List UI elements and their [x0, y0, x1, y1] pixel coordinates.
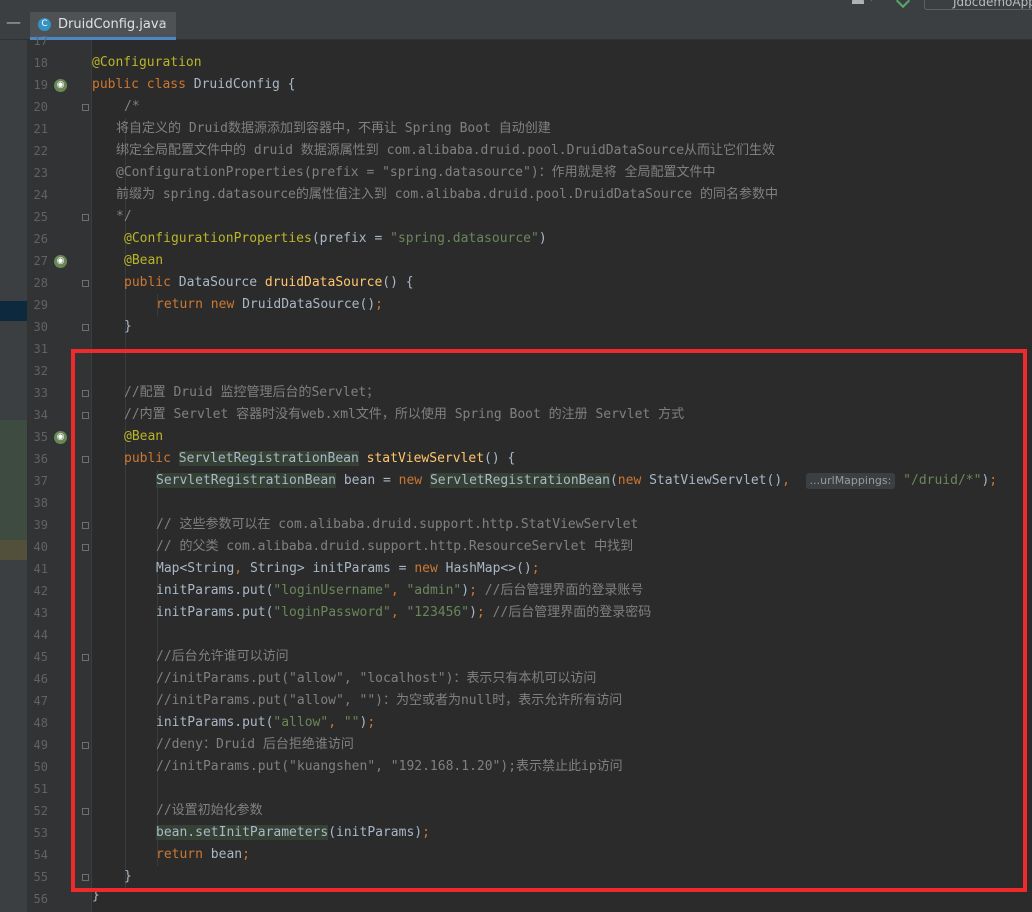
line-number: 26: [33, 232, 48, 246]
line-number: 19: [33, 78, 48, 92]
code-line[interactable]: public class DruidConfig {: [92, 74, 296, 96]
editor-tab-bar: — C DruidConfig.java × ▾ JdbcdemoApp: [0, 0, 1032, 40]
line-number: 44: [33, 628, 48, 642]
line-number: 20: [33, 100, 48, 114]
fold-marker-icon[interactable]: [82, 324, 89, 331]
code-line[interactable]: return new DruidDataSource();: [156, 294, 383, 316]
line-number: 39: [33, 518, 48, 532]
line-number: 48: [33, 716, 48, 730]
code-line[interactable]: /*: [124, 96, 140, 118]
line-number: 43: [33, 606, 48, 620]
spring-bean-icon[interactable]: ◉: [54, 255, 67, 268]
spring-bean-icon[interactable]: ◉: [54, 431, 67, 444]
line-number: 51: [33, 782, 48, 796]
code-line[interactable]: public DataSource druidDataSource() {: [124, 272, 414, 294]
line-number: 52: [33, 804, 48, 818]
line-number: 25: [33, 210, 48, 224]
code-line[interactable]: }: [124, 316, 132, 338]
line-number: 22: [33, 144, 48, 158]
code-line[interactable]: @Configuration: [92, 52, 202, 74]
line-number: 21: [33, 122, 48, 136]
minimize-icon[interactable]: —: [6, 13, 21, 31]
project-selection[interactable]: [0, 301, 27, 321]
line-number: 56: [33, 892, 48, 906]
line-number: 55: [33, 870, 48, 884]
line-number: 27: [33, 254, 48, 268]
code-line[interactable]: 将自定义的 Druid数据源添加到容器中，不再让 Spring Boot 自动创…: [116, 118, 551, 140]
run-configuration-selector[interactable]: JdbcdemoApp: [924, 0, 1032, 10]
line-number: 42: [33, 584, 48, 598]
tab-druidconfig[interactable]: C DruidConfig.java ×: [30, 12, 176, 40]
annotation-text: @Configuration: [92, 55, 202, 70]
line-number: 23: [33, 166, 48, 180]
line-number: 31: [33, 342, 48, 356]
code-line[interactable]: @ConfigurationProperties(prefix = "sprin…: [116, 162, 715, 184]
line-number: 24: [33, 188, 48, 202]
line-number: 36: [33, 452, 48, 466]
line-number: 47: [33, 694, 48, 708]
chevron-down-icon[interactable]: ▾: [869, 0, 874, 4]
line-number: 41: [33, 562, 48, 576]
line-number: 17: [33, 34, 48, 48]
line-number: 29: [33, 298, 48, 312]
line-number: 50: [33, 760, 48, 774]
project-panel-fragment: [0, 540, 27, 560]
line-number: 32: [33, 364, 48, 378]
code-line[interactable]: @ConfigurationProperties(prefix = "sprin…: [124, 228, 547, 250]
line-number: 35: [33, 430, 48, 444]
tab-label: DruidConfig.java: [58, 17, 167, 32]
line-number: 49: [33, 738, 48, 752]
line-number: 46: [33, 672, 48, 686]
line-number: 37: [33, 474, 48, 488]
line-number: 45: [33, 650, 48, 664]
fold-marker-icon[interactable]: [82, 280, 89, 287]
line-number: 54: [33, 848, 48, 862]
build-icon[interactable]: [895, 0, 911, 9]
line-number: 18: [33, 56, 48, 70]
code-line[interactable]: 前缀为 spring.datasource的属性值注入到 com.alibaba…: [116, 184, 778, 206]
code-line[interactable]: */: [116, 206, 132, 228]
user-icon[interactable]: [852, 0, 864, 4]
line-number: 34: [33, 408, 48, 422]
code-line[interactable]: @Bean: [124, 250, 163, 272]
fold-marker-icon[interactable]: [82, 214, 89, 221]
line-number: 40: [33, 540, 48, 554]
line-number: 28: [33, 276, 48, 290]
code-line[interactable]: 绑定全局配置文件中的 druid 数据源属性到 com.alibaba.drui…: [116, 140, 775, 162]
project-panel-fragment: [0, 420, 27, 540]
project-tool-strip: [0, 40, 28, 912]
line-number: 38: [33, 496, 48, 510]
line-number: 53: [33, 826, 48, 840]
fold-marker-icon[interactable]: [82, 104, 89, 111]
line-number: 30: [33, 320, 48, 334]
spring-bean-icon[interactable]: ◉: [54, 79, 67, 92]
highlight-box: [71, 349, 1027, 892]
close-icon[interactable]: ×: [158, 17, 167, 30]
line-number: 33: [33, 386, 48, 400]
